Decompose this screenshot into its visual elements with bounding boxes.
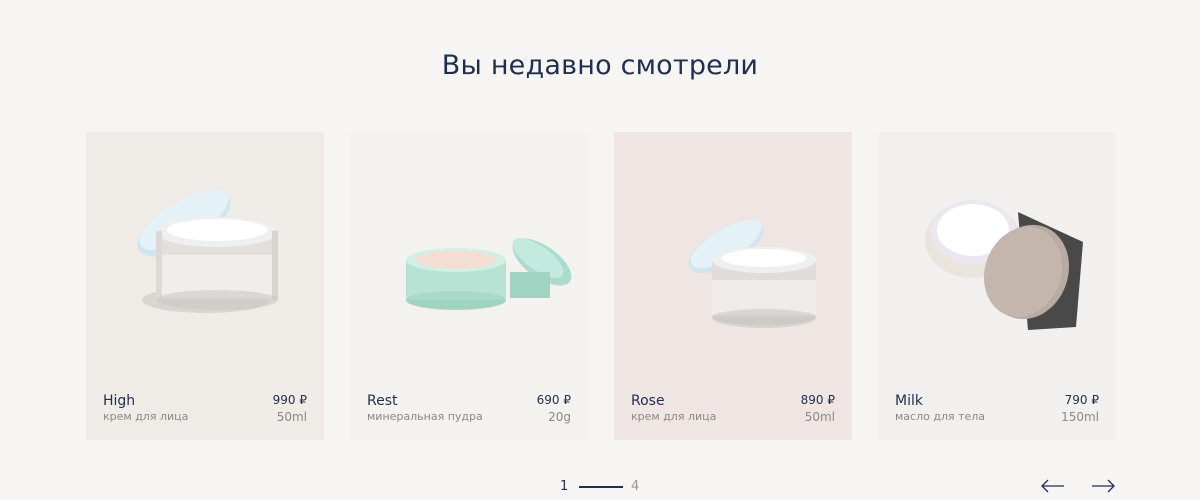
product-name: Rose — [631, 393, 665, 409]
product-card[interactable]: Rest минеральная пудра 690 ₽ 20g — [350, 132, 588, 440]
pagination-progress-bar — [579, 486, 623, 488]
product-price: 890 ₽ — [800, 393, 835, 407]
product-card[interactable]: High крем для лица 990 ₽ 50ml — [86, 132, 324, 440]
product-name: Rest — [367, 393, 398, 409]
product-card[interactable]: Rose крем для лица 890 ₽ 50ml — [614, 132, 852, 440]
product-price: 990 ₽ — [272, 393, 307, 407]
product-card[interactable]: Milk масло для тела 790 ₽ 150ml — [878, 132, 1116, 440]
product-volume: 50ml — [276, 410, 307, 424]
product-price: 690 ₽ — [536, 393, 571, 407]
arrow-right-icon[interactable] — [1090, 478, 1116, 494]
product-description: масло для тела — [895, 410, 986, 423]
current-page: 1 — [560, 479, 569, 494]
product-name: High — [103, 393, 136, 409]
product-description: крем для лица — [631, 410, 717, 423]
product-description: крем для лица — [103, 410, 189, 423]
arrow-left-icon[interactable] — [1040, 478, 1066, 494]
product-volume: 50ml — [804, 410, 835, 424]
total-pages: 4 — [631, 479, 640, 494]
product-volume: 150ml — [1061, 410, 1099, 424]
product-description: минеральная пудра — [367, 410, 483, 423]
product-price: 790 ₽ — [1064, 393, 1099, 407]
recently-viewed-section: Вы недавно смотрели High крем для лица 9… — [0, 0, 1200, 500]
product-name: Milk — [895, 393, 923, 409]
product-carousel: High крем для лица 990 ₽ 50ml Rest минер… — [86, 132, 1116, 440]
product-volume: 20g — [548, 410, 571, 424]
section-title: Вы недавно смотрели — [441, 50, 759, 81]
